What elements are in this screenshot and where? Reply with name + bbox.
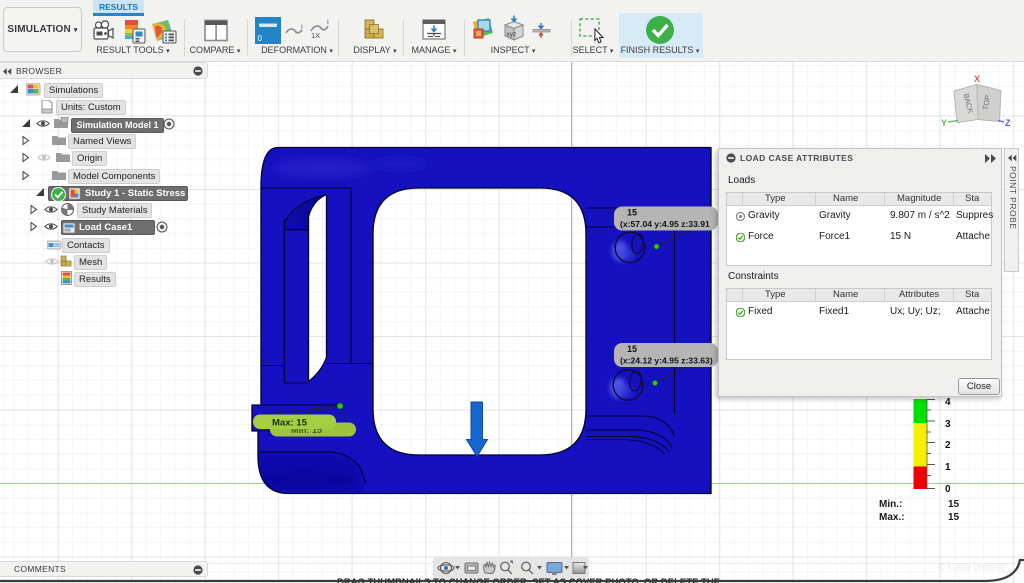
svg-text:Z: Z (1005, 118, 1011, 128)
svg-text:X: X (974, 74, 980, 84)
svg-text:3: 3 (945, 419, 951, 430)
svg-text:1: 1 (945, 462, 951, 473)
svg-text:0: 0 (945, 484, 951, 495)
svg-text:15: 15 (627, 208, 637, 218)
svg-text:xyz: xyz (507, 31, 517, 38)
svg-text:(x:24.12 y:4.95 z:33.63): (x:24.12 y:4.95 z:33.63) (620, 356, 713, 366)
svg-text:4: 4 (945, 397, 951, 408)
svg-text:I: I (327, 19, 329, 26)
svg-text:I: I (301, 24, 303, 31)
svg-text:1X: 1X (311, 31, 320, 40)
svg-text:(x:57.04 y:4.95 z:33.91: (x:57.04 y:4.95 z:33.91 (620, 219, 710, 229)
svg-text:15: 15 (627, 344, 637, 354)
svg-text:2: 2 (945, 440, 951, 451)
svg-text:Y: Y (941, 118, 947, 128)
svg-text:Max: 15: Max: 15 (272, 418, 308, 429)
svg-text:0: 0 (258, 34, 263, 43)
